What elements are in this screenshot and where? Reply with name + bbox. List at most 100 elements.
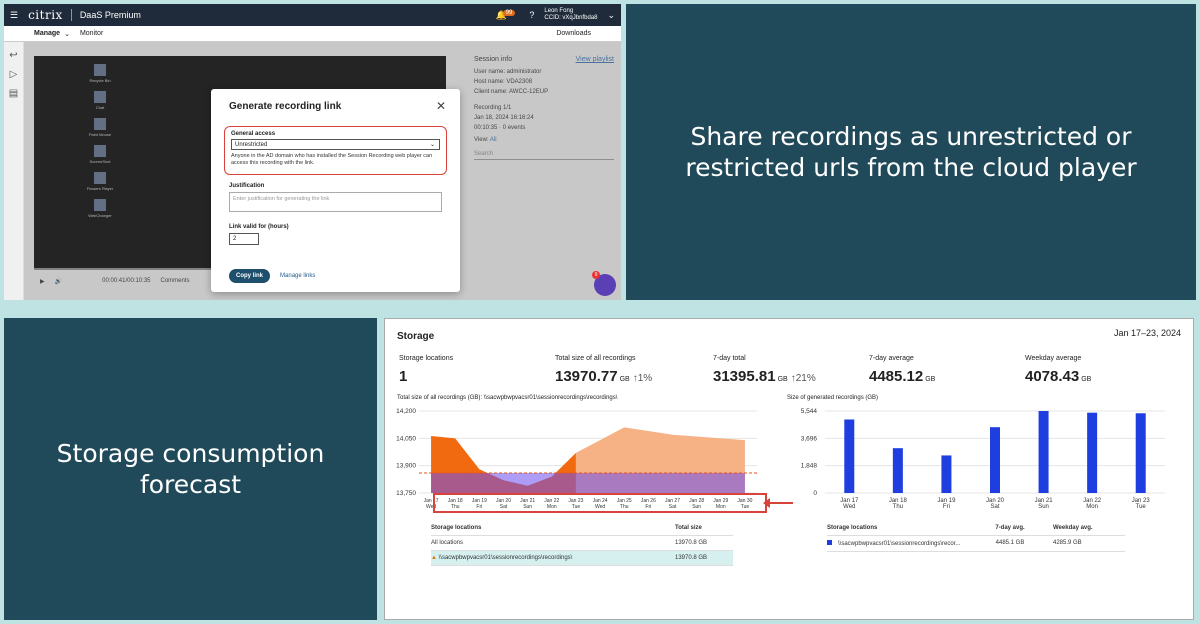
col-weekday-avg: Weekday avg.: [1053, 525, 1093, 531]
generate-link-dialog: Generate recording link ✕ General access…: [211, 89, 460, 292]
kpi-value: 31395.81 GB ↑21%: [713, 368, 816, 385]
chevron-down-icon: ⌄: [429, 142, 435, 148]
bar: [941, 455, 952, 493]
table-row[interactable]: ▲ \\sacwpbwpvacsr01\sessionrecordings\re…: [431, 551, 733, 566]
col-total-size: Total size: [675, 525, 702, 531]
justification-input[interactable]: Enter justification for generating the l…: [229, 191, 442, 212]
generated-size-bar-chart: 5,5443,6961,8480Jan 17WedJan 18ThuJan 19…: [801, 408, 1165, 510]
y-tick-label: 1,848: [801, 463, 818, 470]
warning-icon: ▲: [431, 555, 439, 561]
product-name: DaaS Premium: [79, 10, 141, 20]
right-storage-table: Storage locations 7-day avg. Weekday avg. …: [827, 521, 1125, 552]
legend-swatch: [827, 540, 832, 545]
y-tick-label: 14,200: [396, 408, 416, 415]
kpi-card: Weekday average 4078.43 GB: [1025, 355, 1094, 385]
left-chart-title: Total size of all recordings (GB): \\sac…: [397, 395, 618, 401]
x-tick-label: Fri: [943, 504, 950, 510]
baseline-band: [431, 472, 745, 493]
back-icon[interactable]: ↩: [4, 50, 23, 61]
play-icon[interactable]: ▷: [4, 69, 23, 80]
y-tick-label: 13,750: [396, 490, 416, 497]
close-icon[interactable]: ✕: [436, 99, 446, 113]
x-tick-label: Thu: [893, 504, 903, 510]
col-storage-locations: Storage locations: [431, 525, 482, 531]
bar: [1135, 413, 1146, 493]
access-value: Unrestricted: [235, 142, 268, 148]
kpi-card: 7-day average 4485.12 GB: [869, 355, 938, 385]
kpi-card: 7-day total 31395.81 GB ↑21%: [713, 355, 816, 385]
menu-icon[interactable]: ☰: [10, 10, 18, 21]
link-valid-label: Link valid for (hours): [229, 223, 289, 230]
bar: [1087, 412, 1098, 493]
user-menu[interactable]: Leon Fong CCID: vXqJbnfbda8: [544, 8, 597, 22]
x-tick-label: Sat: [990, 504, 999, 510]
hours-stepper[interactable]: 2: [229, 232, 259, 245]
chevron-down-icon[interactable]: ⌄: [64, 30, 70, 38]
storage-dashboard: Storage Jan 17–23, 2024 Storage location…: [384, 318, 1194, 620]
nav-bar: Manage ⌄ Monitor Downloads: [4, 26, 621, 42]
table-row[interactable]: All locations 13970.8 GB: [431, 536, 733, 551]
user-ccid: CCID: vXqJbnfbda8: [544, 15, 598, 21]
kpi-value: 4078.43 GB: [1025, 368, 1092, 385]
user-name: Leon Fong: [544, 7, 574, 14]
forecast-caption-panel: Storage consumption forecast: [4, 318, 377, 620]
manage-links-link[interactable]: Manage links: [280, 273, 315, 279]
justification-label: Justification: [229, 182, 265, 189]
col-7-day-avg: 7-day avg.: [995, 525, 1025, 531]
forecast-highlight-box: [433, 493, 767, 513]
kpi-label: 7-day total: [713, 355, 746, 362]
kpi-label: 7-day average: [869, 355, 914, 362]
share-caption: Share recordings as unrestricted or rest…: [685, 121, 1137, 182]
y-tick-label: 3,696: [801, 435, 818, 442]
nav-downloads[interactable]: Downloads: [556, 30, 591, 37]
y-tick-label: 14,050: [396, 435, 416, 442]
share-caption-panel: Share recordings as unrestricted or rest…: [626, 4, 1196, 300]
report-icon[interactable]: ▤: [4, 88, 23, 99]
x-tick-label: Wed: [843, 504, 855, 510]
kpi-card: Storage locations 1: [399, 355, 453, 385]
y-tick-label: 0: [813, 490, 817, 497]
general-access-label: General access: [231, 131, 276, 137]
nav-monitor[interactable]: Monitor: [80, 30, 103, 37]
access-help-text: Anyone in the AD domain who has installe…: [231, 153, 433, 167]
y-tick-label: 5,544: [801, 408, 818, 415]
help-icon[interactable]: ?: [529, 10, 534, 20]
kpi-label: Total size of all recordings: [555, 355, 636, 362]
chevron-down-icon[interactable]: ⌄: [607, 10, 615, 21]
bar: [990, 427, 1000, 493]
bar: [1038, 411, 1049, 493]
x-tick-label: Sun: [1038, 504, 1049, 510]
left-storage-table: Storage locations Total size All location…: [431, 521, 733, 566]
forecast-caption: Storage consumption forecast: [56, 438, 325, 499]
date-range: Jan 17–23, 2024: [1113, 328, 1181, 338]
nav-manage[interactable]: Manage: [34, 30, 60, 37]
x-tick-label: Tue: [1136, 504, 1147, 510]
kpi-label: Weekday average: [1025, 355, 1082, 362]
copy-link-button[interactable]: Copy link: [229, 268, 271, 283]
y-tick-label: 13,900: [396, 463, 416, 470]
brand-logo: citrix: [28, 8, 63, 22]
side-rail: ↩ ▷ ▤: [4, 42, 24, 300]
kpi-value: 13970.77 GB ↑1%: [555, 368, 653, 385]
top-bar: ☰ citrix DaaS Premium 🔔99 ? Leon Fong CC…: [4, 4, 621, 26]
kpi-value: 4485.12 GB: [869, 368, 936, 385]
kpi-card: Total size of all recordings 13970.77 GB ↑1…: [555, 355, 652, 385]
right-chart-title: Size of generated recordings (GB): [787, 395, 879, 401]
fab-badge: 9: [592, 271, 600, 279]
x-tick-label: Mon: [1086, 504, 1098, 510]
dialog-title: Generate recording link: [229, 101, 342, 112]
kpi-label: Storage locations: [399, 355, 454, 362]
chat-fab[interactable]: 9: [592, 271, 616, 296]
bar: [844, 419, 855, 493]
kpi-value: 1: [399, 368, 408, 385]
access-select[interactable]: Unrestricted ⌄: [231, 139, 440, 150]
table-row[interactable]: \\sacwpbwpvacsr01\sessionrecordings\reco…: [827, 536, 1125, 552]
bar: [892, 448, 903, 493]
general-access-section: General access Unrestricted ⌄ Anyone in t…: [224, 126, 447, 175]
storage-title: Storage: [397, 331, 435, 342]
col-storage-locations: Storage locations: [827, 525, 878, 531]
notification-badge: 99: [502, 9, 516, 16]
arrow-icon: [763, 498, 793, 508]
console-screenshot: ☰ citrix DaaS Premium 🔔99 ? Leon Fong CC…: [4, 4, 621, 300]
bell-icon[interactable]: 🔔99: [496, 9, 520, 21]
